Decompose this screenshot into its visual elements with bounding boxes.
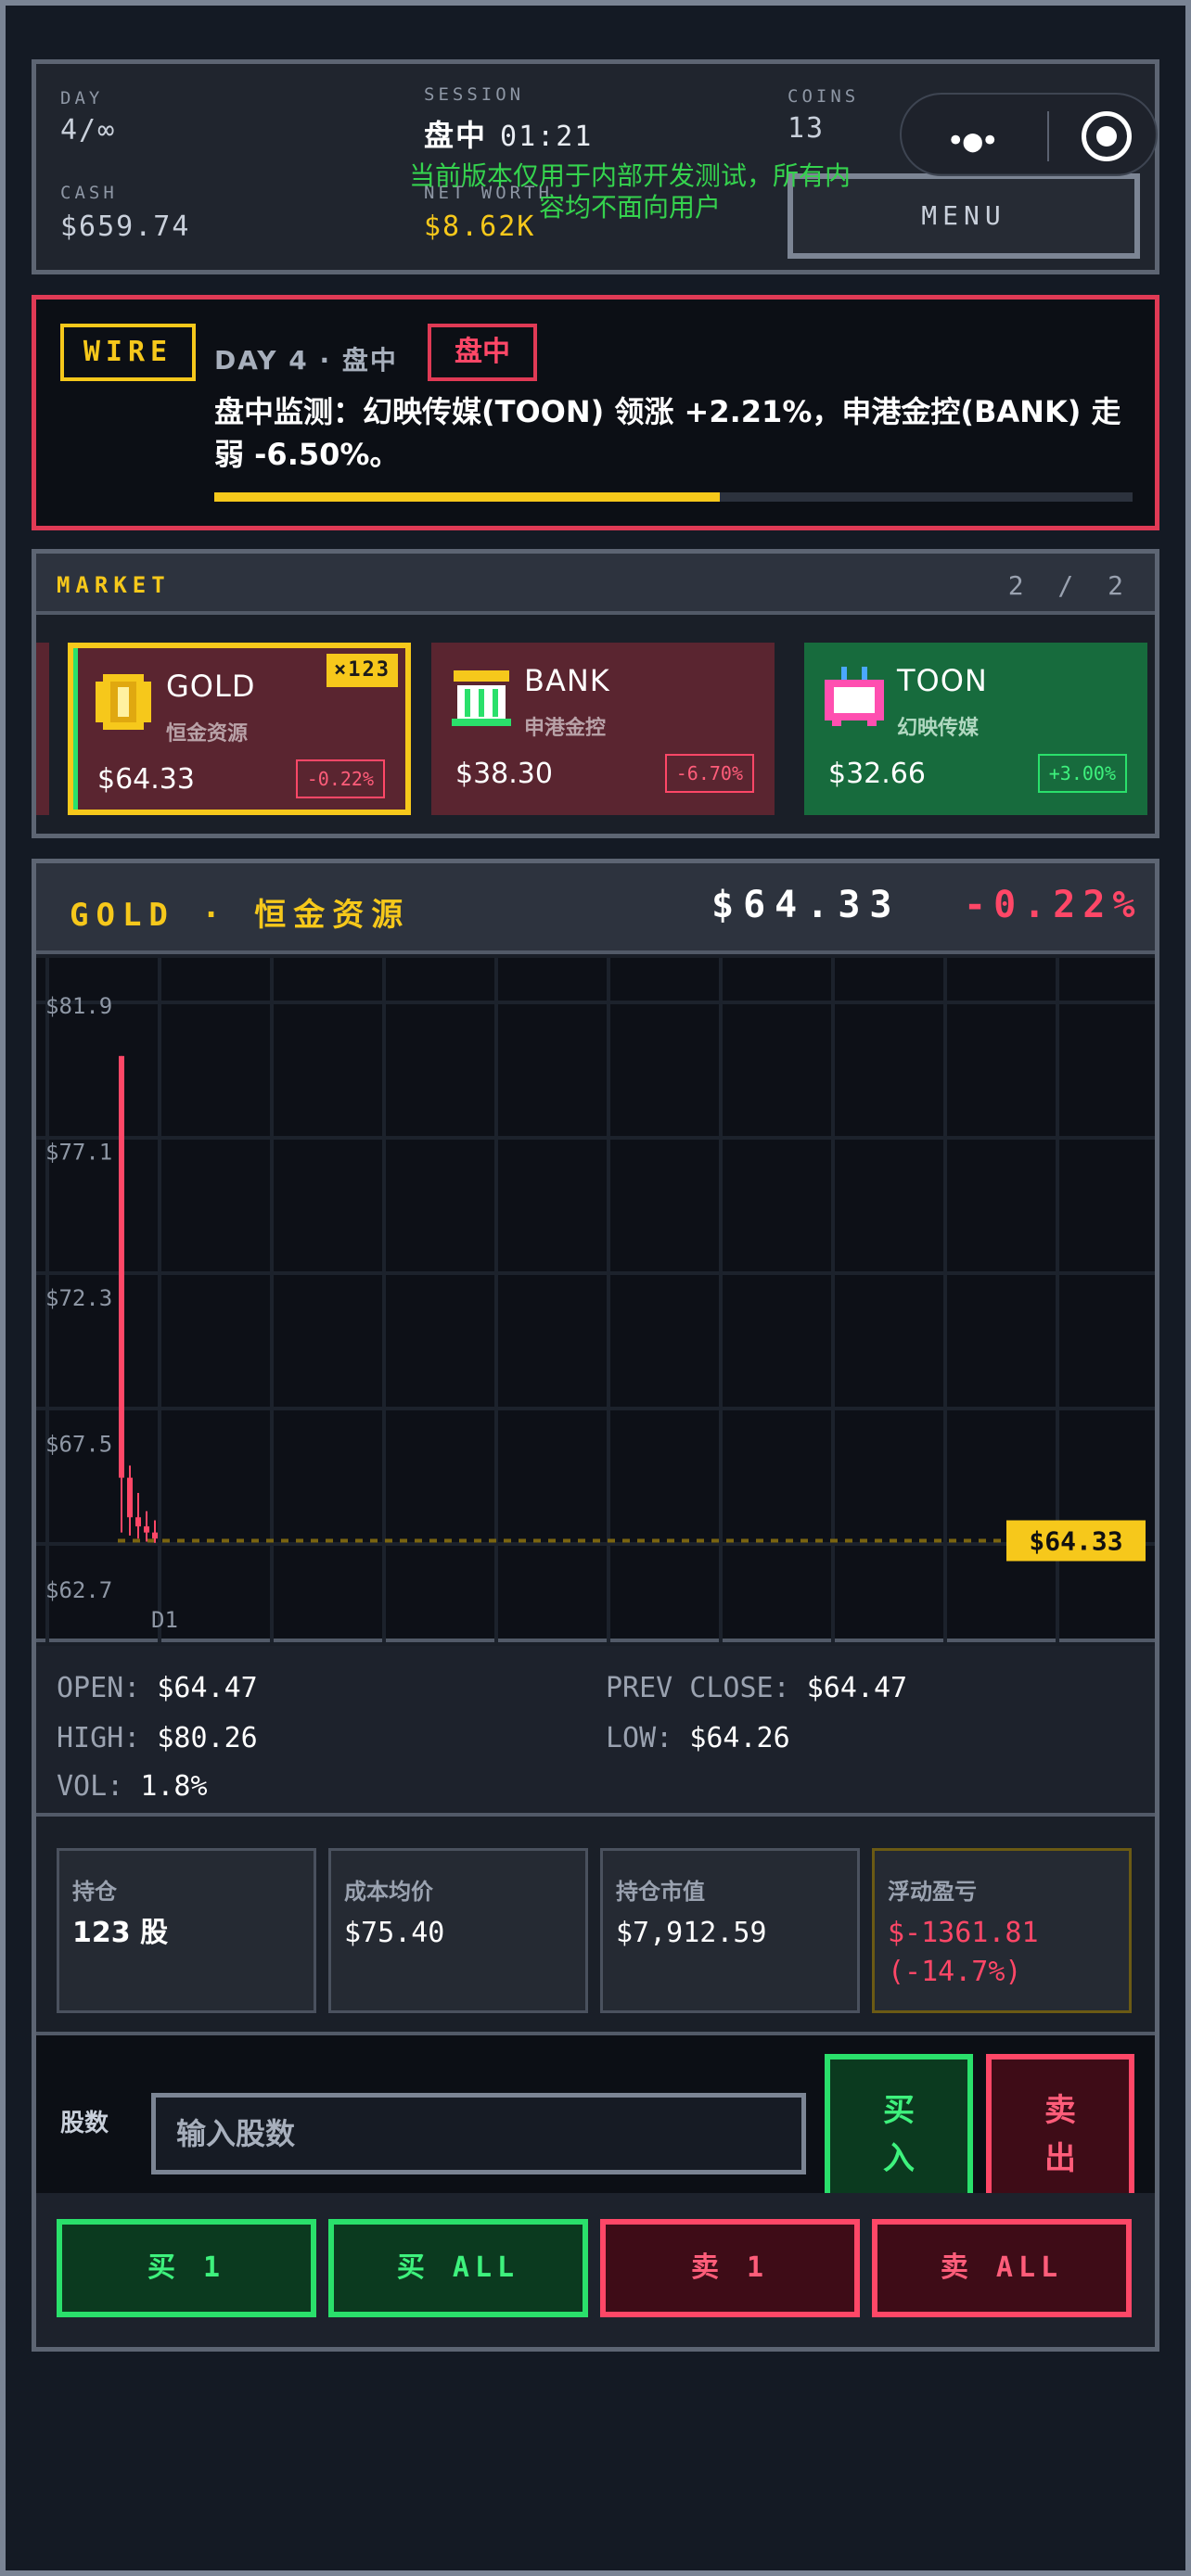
y-tick-label: $81.9 bbox=[45, 993, 112, 1019]
last-price-label: $64.33 bbox=[1029, 1526, 1122, 1557]
market-card-toon[interactable]: TOON 幻映传媒 $32.66 +3.00% bbox=[804, 643, 1147, 815]
stat-vol: VOL: 1.8% bbox=[57, 1770, 208, 1803]
session-label: SESSION bbox=[424, 84, 525, 105]
price-chart-svg: $81.9 $77.1 $72.3 $67.5 $62.7 D1 $64.33 bbox=[36, 958, 1155, 1642]
y-tick-label: $72.3 bbox=[45, 1285, 112, 1311]
position-market-value: 持仓市值 $7,912.59 bbox=[600, 1848, 860, 2013]
wire-panel: WIRE DAY 4 · 盘中 盘中 盘中监测：幻映传媒(TOON) 领涨 +2… bbox=[32, 295, 1159, 530]
card-symbol: GOLD bbox=[166, 669, 256, 704]
card-symbol: BANK bbox=[524, 663, 610, 698]
wire-progress bbox=[214, 492, 1133, 502]
wire-message: 盘中监测：幻映传媒(TOON) 领涨 +2.21%，申港金控(BANK) 走弱 … bbox=[214, 394, 1121, 472]
market-header: MARKET 2 / 2 bbox=[36, 554, 1155, 615]
coins-label: COINS bbox=[788, 86, 860, 107]
card-price: $32.66 bbox=[828, 758, 926, 790]
session-clock: 01:21 bbox=[500, 121, 594, 153]
market-card-bank[interactable]: BANK 申港金控 $38.30 -6.70% bbox=[431, 643, 775, 815]
stock-price: $64.33 bbox=[711, 884, 902, 926]
candle-body bbox=[119, 1055, 124, 1478]
card-price: $38.30 bbox=[455, 758, 553, 790]
position-shares: 持仓 123 股 bbox=[57, 1848, 316, 2013]
close-target-icon[interactable] bbox=[1082, 111, 1132, 161]
coins-value: 13 bbox=[788, 112, 826, 145]
cash-value: $659.74 bbox=[60, 210, 191, 243]
card-name: 申港金控 bbox=[524, 717, 607, 740]
bank-building-icon bbox=[452, 670, 511, 726]
wire-day: DAY 4 · 盘中 bbox=[214, 345, 398, 376]
candle-body bbox=[152, 1532, 158, 1539]
day-label: DAY bbox=[60, 88, 104, 108]
day-value: 4/∞ bbox=[60, 114, 117, 147]
card-symbol: TOON bbox=[897, 663, 988, 698]
stat-open: OPEN: $64.47 bbox=[57, 1672, 258, 1704]
card-name: 幻映传媒 bbox=[897, 717, 980, 740]
card-change: -0.22% bbox=[295, 759, 385, 798]
buy-button[interactable]: 买入 bbox=[825, 2054, 973, 2215]
candle-body bbox=[127, 1477, 133, 1518]
stat-high: HIGH: $80.26 bbox=[57, 1722, 258, 1754]
card-name: 恒金资源 bbox=[166, 722, 249, 746]
market-card-gold[interactable]: GOLD 恒金资源 $64.33 -0.22% ×123 bbox=[68, 643, 411, 815]
stock-detail-panel: GOLD · 恒金资源 $64.33 -0.22% $81.9 $77.1 $72.… bbox=[32, 859, 1159, 2352]
cash-label: CASH bbox=[60, 183, 118, 203]
sell-1-button[interactable]: 卖 1 bbox=[600, 2219, 860, 2317]
y-tick-label: $62.7 bbox=[45, 1577, 112, 1603]
position-unrealized-pl: 浮动盈亏 $-1361.81 (-14.7%) bbox=[872, 1848, 1132, 2013]
tv-icon bbox=[825, 667, 884, 726]
selected-indicator bbox=[73, 648, 78, 810]
candle-body bbox=[144, 1526, 149, 1533]
card-price: $64.33 bbox=[97, 763, 195, 796]
dev-notice: 当前版本仅用于内部开发测试，所有内容均不面向用户 bbox=[408, 160, 851, 223]
price-chart[interactable]: $81.9 $77.1 $72.3 $67.5 $62.7 D1 $64.33 bbox=[36, 958, 1155, 1642]
buy-all-button[interactable]: 买 ALL bbox=[328, 2219, 588, 2317]
stat-low: LOW: $64.26 bbox=[606, 1722, 790, 1754]
stock-title: GOLD · 恒金资源 bbox=[70, 897, 411, 934]
trade-area: 股数 买入 卖出 bbox=[36, 2032, 1155, 2215]
shares-input[interactable] bbox=[151, 2093, 806, 2174]
mini-program-capsule: •●• bbox=[900, 93, 1158, 176]
previous-card-edge[interactable] bbox=[36, 643, 49, 815]
gold-coin-icon bbox=[96, 674, 151, 730]
market-title: MARKET bbox=[57, 572, 171, 598]
market-pagination[interactable]: 2 / 2 bbox=[1008, 570, 1133, 601]
quick-trade-bar: 买 1 买 ALL 卖 1 卖 ALL bbox=[36, 2193, 1155, 2347]
card-change: +3.00% bbox=[1037, 754, 1127, 793]
card-change: -6.70% bbox=[664, 754, 754, 793]
sell-button[interactable]: 卖出 bbox=[986, 2054, 1134, 2215]
stock-change: -0.22% bbox=[964, 884, 1143, 926]
y-tick-label: $67.5 bbox=[45, 1432, 112, 1458]
position-avg-cost: 成本均价 $75.40 bbox=[328, 1848, 588, 2013]
wire-progress-fill bbox=[214, 492, 720, 502]
x-tick-label: D1 bbox=[151, 1607, 178, 1633]
shares-label: 股数 bbox=[60, 2110, 109, 2137]
stock-header: GOLD · 恒金资源 $64.33 -0.22% bbox=[36, 863, 1155, 954]
wire-tag: WIRE bbox=[60, 324, 196, 381]
stock-stats: OPEN: $64.47 PREV CLOSE: $64.47 HIGH: $8… bbox=[36, 1646, 1155, 1817]
wire-session-badge: 盘中 bbox=[428, 324, 537, 381]
sell-all-button[interactable]: 卖 ALL bbox=[872, 2219, 1132, 2317]
candle-body bbox=[135, 1517, 141, 1527]
capsule-divider bbox=[1047, 111, 1049, 161]
holding-qty-badge: ×123 bbox=[327, 654, 398, 687]
more-icon[interactable]: •●• bbox=[946, 122, 999, 159]
y-tick-label: $77.1 bbox=[45, 1140, 112, 1166]
market-panel: MARKET 2 / 2 GOLD 恒金资源 $64.33 -0.22% ×12… bbox=[32, 549, 1159, 838]
session-value: 盘中 01:21 bbox=[424, 118, 594, 153]
stat-prev-close: PREV CLOSE: $64.47 bbox=[606, 1672, 908, 1704]
buy-1-button[interactable]: 买 1 bbox=[57, 2219, 316, 2317]
